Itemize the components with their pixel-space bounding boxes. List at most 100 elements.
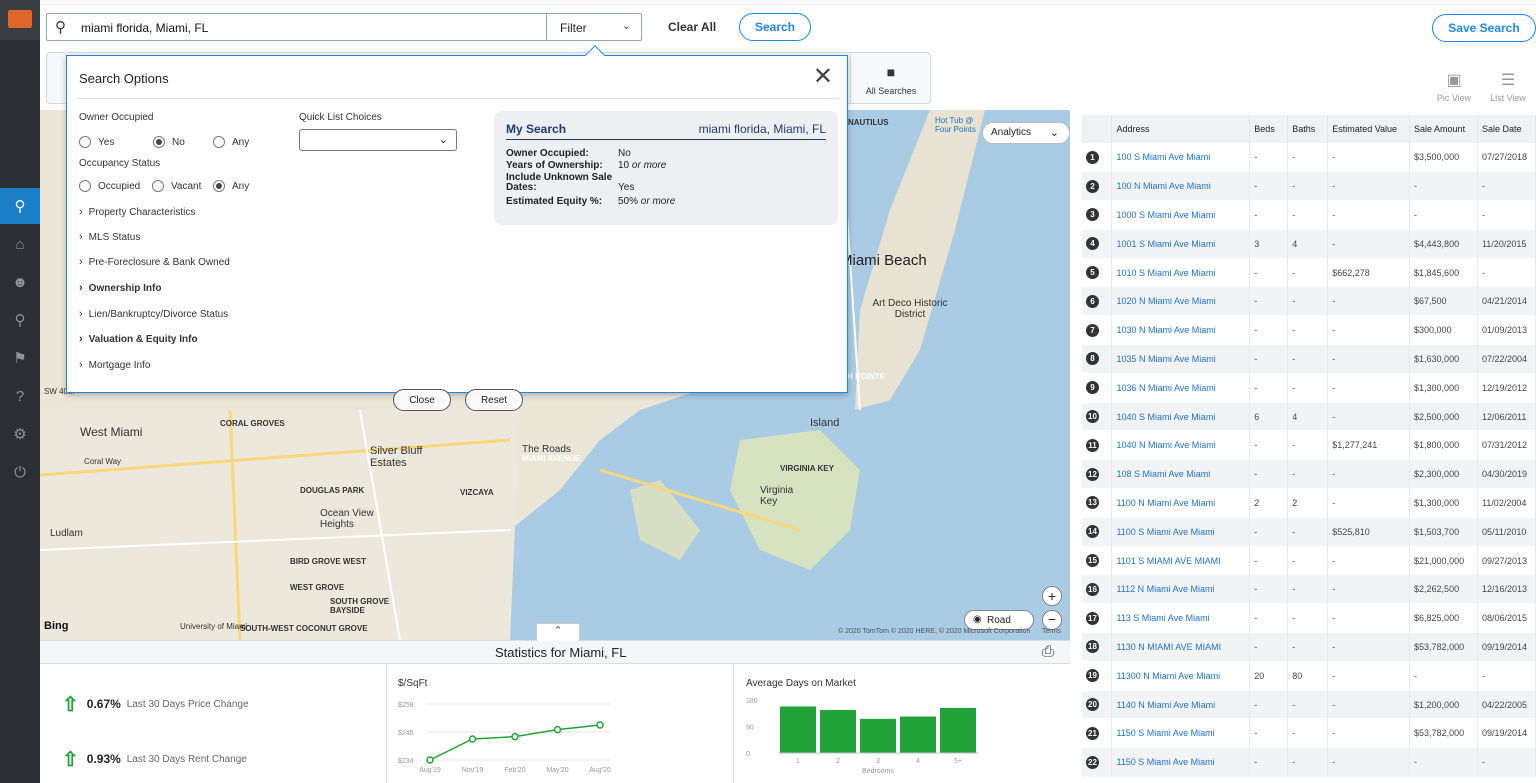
column-header[interactable]: Sale Date — [1477, 115, 1536, 143]
table-row[interactable]: 9 1036 N Miami Ave Miami - - - $1,300,000 12/1… — [1082, 372, 1536, 403]
nav-megaphone-icon[interactable]: ⚑ — [0, 340, 40, 376]
table-row[interactable]: 2 100 N Miami Ave Miami - - - - - — [1082, 171, 1536, 201]
table-row[interactable]: 20 1140 N Miami Ave Miami - - - $1,200,000 04/… — [1082, 689, 1536, 719]
table-row[interactable]: 11 1040 N Miami Ave Miami - - $1,277,241 $1,8… — [1082, 430, 1536, 460]
address-link[interactable]: 100 S Miami Ave Miami — [1111, 142, 1251, 172]
close-icon[interactable]: ✕ — [813, 62, 833, 91]
table-row[interactable]: 6 1020 N Miami Ave Miami - - - $67,500 04/21/2… — [1082, 286, 1536, 316]
table-row[interactable]: 8 1035 N Miami Ave Miami - - - $1,630,000 07/2… — [1082, 344, 1536, 374]
nav-home-icon[interactable]: ⌂ — [0, 226, 40, 262]
occupancy-any-radio[interactable]: Any — [213, 180, 249, 192]
address-link[interactable]: 1020 N Miami Ave Miami — [1111, 286, 1251, 316]
chart-title: $/SqFt — [398, 678, 428, 689]
address-link[interactable]: 1100 S Miami Ave Miami — [1111, 516, 1251, 547]
property-characteristics-section[interactable]: › Property Characteristics — [79, 206, 195, 218]
nav-user-icon[interactable]: ☻ — [0, 264, 40, 300]
zoom-in-button[interactable]: + — [1042, 586, 1062, 606]
table-row[interactable]: 18 1130 N MIAMI AVE MIAMI - - - $53,782,000 09… — [1082, 632, 1536, 662]
table-cell: 07/31/2012 — [1477, 430, 1536, 460]
table-row[interactable]: 12 108 S Miami Ave Miami - - - $2,300,000 04/3… — [1082, 459, 1536, 489]
owner-occupied-yes-radio[interactable]: Yes — [79, 136, 114, 148]
address-link[interactable]: 1030 N Miami Ave Miami — [1111, 315, 1251, 345]
reset-button[interactable]: Reset — [465, 389, 523, 411]
table-cell: - — [1327, 545, 1411, 575]
table-row[interactable]: 21 1150 S Miami Ave Miami - - - $53,782,000 09… — [1082, 718, 1536, 748]
road-style-button[interactable]: ◉ Road — [964, 610, 1034, 630]
ownership-info-section[interactable]: › Ownership Info — [79, 282, 161, 294]
app-logo[interactable] — [0, 0, 40, 40]
address-link[interactable]: 1140 N Miami Ave Miami — [1111, 689, 1251, 719]
mls-status-section[interactable]: › MLS Status — [79, 231, 140, 243]
table-row[interactable]: 1 100 S Miami Ave Miami - - - $3,500,000 07/27… — [1082, 142, 1536, 172]
table-row[interactable]: 17 113 S Miami Ave Miami - - - $6,825,000 08/0… — [1082, 603, 1536, 633]
column-header[interactable]: Baths — [1287, 115, 1329, 143]
owner-occupied-no-radio[interactable]: No — [153, 136, 185, 148]
address-link[interactable]: 108 S Miami Ave Miami — [1111, 459, 1251, 489]
address-link[interactable]: 1040 S Miami Ave Miami — [1111, 401, 1251, 431]
row-number-cell: 15 — [1082, 545, 1113, 575]
table-row[interactable]: 7 1030 N Miami Ave Miami - - - $300,000 01/09/… — [1082, 315, 1536, 345]
collapse-stats-button[interactable]: ⌃ — [536, 623, 580, 641]
address-link[interactable]: 1130 N MIAMI AVE MIAMI — [1111, 632, 1251, 662]
table-row[interactable]: 16 1112 N Miami Ave Miami - - - $2,262,500 12/… — [1082, 574, 1536, 604]
address-link[interactable]: 1040 N Miami Ave Miami — [1111, 430, 1251, 460]
nav-lookup-icon[interactable]: ⚲ — [0, 302, 40, 338]
lien-bankruptcy-section[interactable]: › Lien/Bankruptcy/Divorce Status — [79, 308, 228, 320]
search-button[interactable]: Search — [739, 13, 811, 41]
address-link[interactable]: 1150 S Miami Ave Miami — [1111, 747, 1251, 777]
address-link[interactable]: 1036 N Miami Ave Miami — [1111, 372, 1251, 403]
address-link[interactable]: 100 N Miami Ave Miami — [1111, 171, 1251, 201]
zoom-out-button[interactable]: − — [1042, 610, 1062, 630]
nav-power-icon[interactable]: ⏻ — [0, 454, 40, 490]
table-row[interactable]: 15 1101 S MIAMI AVE MIAMI - - - $21,000,000 09… — [1082, 545, 1536, 575]
address-link[interactable]: 1101 S MIAMI AVE MIAMI — [1111, 545, 1251, 575]
nav-help-icon[interactable]: ? — [0, 378, 40, 414]
address-link[interactable]: 1150 S Miami Ave Miami — [1111, 718, 1251, 748]
summary-value: 10 — [618, 160, 630, 171]
column-header[interactable]: Beds — [1249, 115, 1289, 143]
print-icon[interactable]: ⎙ — [1042, 643, 1054, 660]
clear-all-button[interactable]: Clear All — [668, 20, 716, 34]
address-link[interactable]: 1112 N Miami Ave Miami — [1111, 574, 1251, 604]
table-row[interactable]: 22 1150 S Miami Ave Miami - - - - - — [1082, 747, 1536, 777]
column-header[interactable]: Sale Amount — [1409, 115, 1478, 143]
address-link[interactable]: 11300 N Miami Ave Miami — [1111, 660, 1251, 691]
table-row[interactable]: 10 1040 S Miami Ave Miami 6 4- $2,500,000 12/… — [1082, 401, 1536, 431]
table-row[interactable]: 14 1100 S Miami Ave Miami - - $525,810 $1,503… — [1082, 516, 1536, 547]
address-link[interactable]: 1035 N Miami Ave Miami — [1111, 344, 1251, 374]
list-view-button[interactable]: ☰ List View — [1484, 70, 1532, 103]
occupancy-occupied-radio[interactable]: Occupied — [79, 180, 140, 192]
column-header[interactable]: Estimated Value — [1327, 115, 1411, 143]
row-number-cell: 21 — [1082, 718, 1113, 748]
table-row[interactable]: 3 1000 S Miami Ave Miami - - - - - — [1082, 200, 1536, 230]
filter-dropdown[interactable]: Filter ⌄ — [546, 13, 642, 41]
search-input[interactable]: ⚲ miami florida, Miami, FL ✕ — [46, 13, 576, 41]
table-row[interactable]: 19 11300 N Miami Ave Miami 20 80- - - — [1082, 660, 1536, 691]
address-link[interactable]: 1100 N Miami Ave Miami — [1111, 488, 1251, 518]
terms-link[interactable]: Terms — [1042, 628, 1061, 635]
mortgage-info-section[interactable]: › Mortgage Info — [79, 359, 150, 371]
table-row[interactable]: 5 1010 S Miami Ave Miami - - $662,278 $1,845,… — [1082, 257, 1536, 287]
table-row[interactable]: 13 1100 N Miami Ave Miami 2 2- $1,300,000 11/… — [1082, 488, 1536, 518]
table-cell: $3,500,000 — [1409, 142, 1478, 172]
address-link[interactable]: 1010 S Miami Ave Miami — [1111, 257, 1251, 287]
section-label: Pre-Foreclosure & Bank Owned — [88, 256, 230, 268]
address-link[interactable]: 113 S Miami Ave Miami — [1111, 603, 1251, 633]
column-header[interactable]: Address — [1111, 115, 1251, 143]
quick-list-select[interactable]: ⌄ — [299, 129, 457, 151]
address-link[interactable]: 1001 S Miami Ave Miami — [1111, 228, 1251, 259]
all-searches-button[interactable]: ■ All Searches — [850, 52, 931, 104]
pic-view-button[interactable]: ▣ Pic View — [1432, 70, 1476, 103]
table-row[interactable]: 4 1001 S Miami Ave Miami 3 4- $4,443,800 11/2… — [1082, 228, 1536, 259]
nav-search-icon[interactable]: ⚲ — [0, 188, 40, 224]
map-label: Island — [810, 417, 840, 429]
save-search-button[interactable]: Save Search — [1432, 14, 1536, 42]
nav-settings-icon[interactable]: ⚙ — [0, 416, 40, 452]
owner-occupied-any-radio[interactable]: Any — [213, 136, 249, 148]
pre-foreclosure-section[interactable]: › Pre-Foreclosure & Bank Owned — [79, 256, 230, 268]
valuation-equity-section[interactable]: › Valuation & Equity Info — [79, 333, 198, 345]
analytics-dropdown[interactable]: Analytics ⌄ — [982, 122, 1070, 144]
close-button[interactable]: Close — [393, 389, 451, 411]
address-link[interactable]: 1000 S Miami Ave Miami — [1111, 200, 1251, 230]
occupancy-vacant-radio[interactable]: Vacant — [152, 180, 201, 192]
